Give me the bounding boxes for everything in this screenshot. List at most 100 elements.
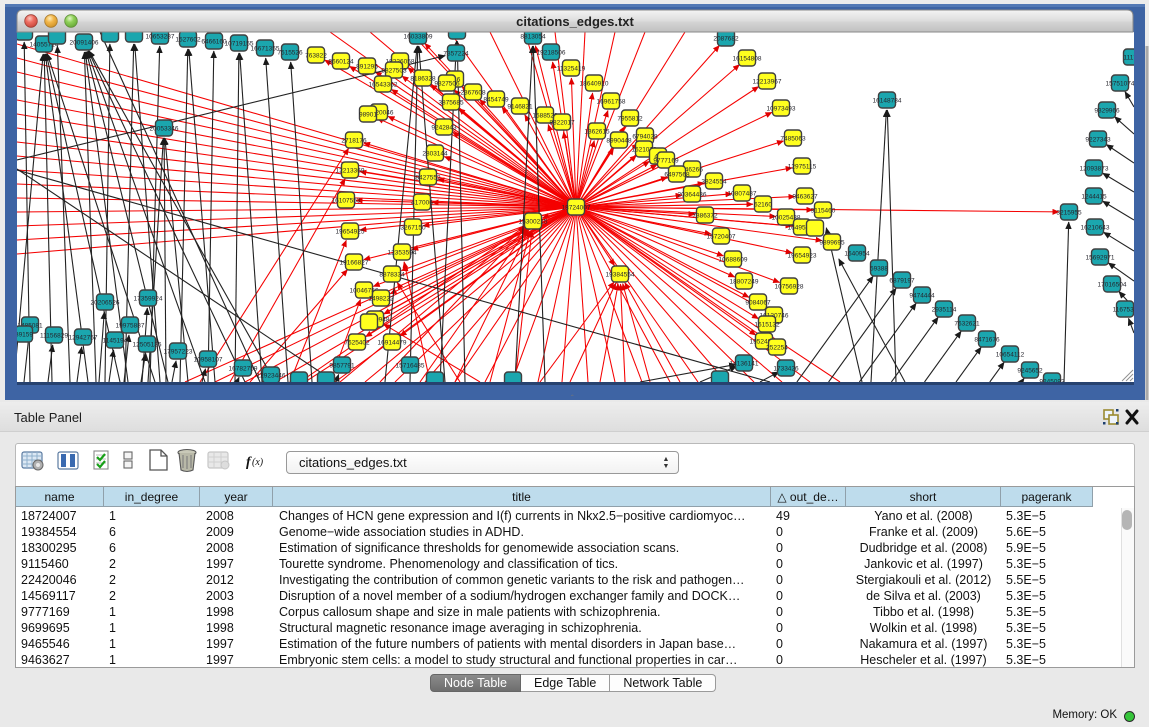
svg-text:417006: 417006 — [411, 199, 433, 206]
svg-text:20364436: 20364436 — [678, 191, 707, 198]
svg-text:9474444: 9474444 — [909, 292, 935, 299]
svg-text:17359924: 17359924 — [134, 295, 163, 302]
svg-text:8186328: 8186328 — [410, 75, 436, 82]
svg-text:1640954: 1640954 — [844, 250, 870, 257]
svg-text:9146821: 9146821 — [507, 103, 533, 110]
svg-text:16914479: 16914479 — [378, 339, 407, 346]
svg-text:1733426: 1733426 — [773, 365, 799, 372]
svg-text:3215955: 3215955 — [1056, 209, 1082, 216]
svg-text:9329966: 9329966 — [1094, 107, 1120, 114]
svg-text:12213369: 12213369 — [336, 167, 365, 174]
svg-text:2367608: 2367608 — [460, 89, 486, 96]
svg-text:8454749: 8454749 — [483, 96, 509, 103]
svg-text:16961758: 16961758 — [597, 98, 626, 105]
svg-text:9245652: 9245652 — [1017, 367, 1043, 374]
svg-text:11325419: 11325419 — [557, 65, 586, 72]
svg-text:16671355: 16671355 — [251, 45, 280, 52]
svg-text:7485063: 7485063 — [780, 135, 806, 142]
svg-text:10973493: 10973493 — [767, 105, 796, 112]
svg-text:14136141: 14136141 — [730, 360, 759, 367]
svg-text:8427552: 8427552 — [415, 174, 441, 181]
svg-text:6879197: 6879197 — [889, 277, 915, 284]
svg-text:252254: 252254 — [766, 344, 788, 351]
svg-text:16033809: 16033809 — [404, 33, 433, 40]
svg-text:9899695: 9899695 — [819, 239, 845, 246]
svg-text:20053346: 20053346 — [150, 125, 179, 132]
svg-text:19384554: 19384554 — [606, 271, 635, 278]
svg-text:7955812: 7955812 — [617, 115, 643, 122]
svg-text:18724007: 18724007 — [562, 204, 591, 211]
svg-text:6497568: 6497568 — [664, 171, 690, 178]
svg-text:763822: 763822 — [305, 52, 327, 59]
svg-text:1615132: 1615132 — [754, 321, 780, 328]
svg-text:12353594: 12353594 — [388, 249, 417, 256]
svg-text:39159: 39159 — [15, 331, 33, 338]
svg-text:3824554: 3824554 — [701, 178, 727, 185]
svg-text:12975115: 12975115 — [788, 163, 817, 170]
svg-text:2935114: 2935114 — [932, 306, 957, 313]
svg-text:98901: 98901 — [359, 111, 377, 118]
svg-text:3267150: 3267150 — [400, 224, 426, 231]
svg-text:62160: 62160 — [754, 201, 772, 208]
svg-text:15692971: 15692971 — [1086, 254, 1115, 261]
svg-text:20091406: 20091406 — [70, 39, 99, 46]
svg-text:15751074: 15751074 — [1106, 80, 1135, 87]
svg-text:7632621: 7632621 — [954, 320, 980, 327]
svg-text:10958107: 10958107 — [194, 356, 223, 363]
svg-text:10654112: 10654112 — [996, 351, 1025, 358]
svg-text:59388: 59388 — [870, 265, 888, 272]
svg-text:1244415: 1244415 — [1081, 193, 1107, 200]
svg-text:12942757: 12942757 — [69, 334, 98, 341]
svg-text:8471676: 8471676 — [974, 336, 1000, 343]
svg-text:2803144: 2803144 — [422, 150, 448, 157]
svg-text:18807249: 18807249 — [730, 278, 759, 285]
svg-text:15716485: 15716485 — [396, 362, 425, 369]
svg-text:891295: 891295 — [356, 63, 378, 70]
svg-text:16782759: 16782759 — [229, 365, 258, 372]
svg-text:9115460: 9115460 — [811, 207, 836, 214]
svg-text:8813054: 8813054 — [520, 33, 546, 40]
svg-text:citations_edges.txt: citations_edges.txt — [516, 14, 634, 29]
svg-text:1498222: 1498222 — [368, 295, 394, 302]
svg-text:18640910: 18640910 — [580, 80, 609, 87]
svg-text:12213967: 12213967 — [753, 78, 782, 85]
svg-text:1145194: 1145194 — [103, 337, 128, 344]
svg-text:7625402: 7625402 — [344, 339, 370, 346]
svg-text:16148784: 16148784 — [873, 97, 902, 104]
svg-text:19654925: 19654925 — [336, 228, 365, 235]
svg-text:15720407: 15720407 — [707, 233, 736, 240]
svg-text:19975887: 19975887 — [116, 322, 145, 329]
svg-text:16154808: 16154808 — [733, 55, 762, 62]
svg-text:10807487: 10807487 — [728, 190, 757, 197]
svg-text:9242843: 9242843 — [431, 124, 457, 131]
svg-text:8822017: 8822017 — [549, 119, 575, 126]
svg-text:8878334: 8878334 — [379, 271, 405, 278]
svg-text:6794028: 6794028 — [632, 133, 658, 140]
svg-text:9777169: 9777169 — [653, 157, 679, 164]
svg-text:9327506: 9327506 — [434, 80, 460, 87]
svg-text:12093873: 12093873 — [1080, 165, 1109, 172]
svg-text:8660124: 8660124 — [328, 58, 354, 65]
svg-text:6466160: 6466160 — [201, 38, 227, 45]
svg-text:9857791: 9857791 — [329, 362, 355, 369]
svg-text:19166827: 19166827 — [340, 259, 369, 266]
svg-text:7515526: 7515526 — [277, 49, 303, 56]
svg-text:1362615: 1362615 — [584, 128, 610, 135]
svg-text:19218506: 19218506 — [537, 49, 566, 56]
svg-text:(x): (x) — [252, 457, 264, 468]
svg-text:16543362: 16543362 — [369, 81, 398, 88]
svg-text:11156829: 11156829 — [40, 332, 68, 339]
svg-text:2087682: 2087682 — [713, 35, 739, 42]
svg-text:10719155: 10719155 — [225, 40, 254, 47]
svg-text:17016504: 17016504 — [1098, 281, 1127, 288]
svg-text:7386372: 7386372 — [692, 212, 718, 219]
svg-text:12505135: 12505135 — [133, 341, 162, 348]
svg-text:1527602: 1527602 — [175, 36, 201, 43]
svg-text:12923446: 12923446 — [257, 372, 286, 379]
svg-text:19654923: 19654923 — [788, 252, 817, 259]
svg-text:2718176: 2718176 — [341, 137, 367, 144]
svg-text:8990448: 8990448 — [606, 137, 632, 144]
svg-text:9227343: 9227343 — [1085, 136, 1111, 143]
svg-text:3875685: 3875685 — [438, 99, 464, 106]
svg-text:9084067: 9084067 — [745, 299, 771, 306]
